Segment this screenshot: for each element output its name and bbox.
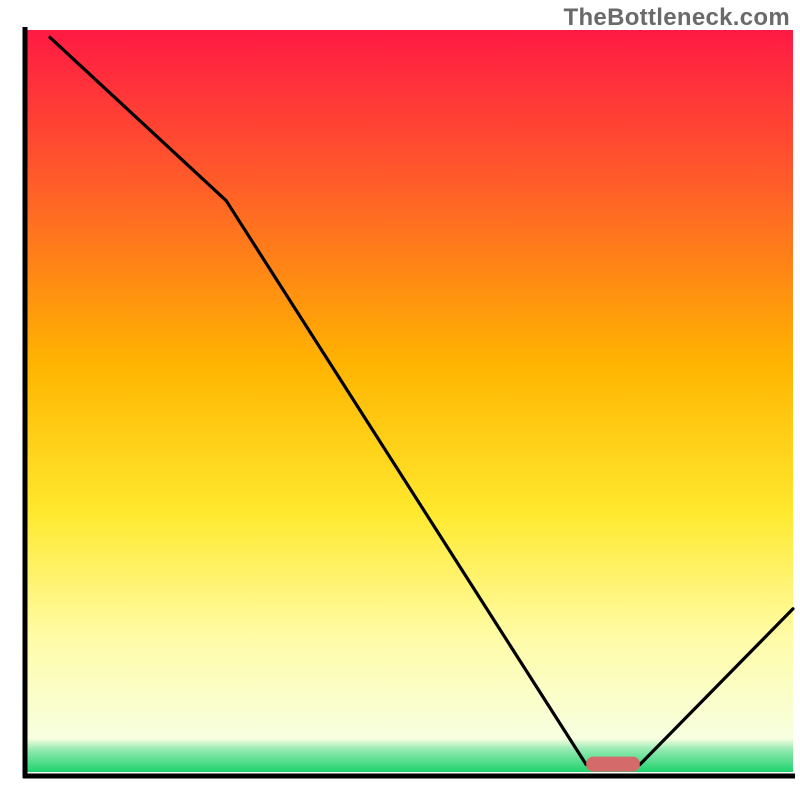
bottleneck-chart [0, 0, 800, 800]
gradient-background [27, 30, 793, 772]
optimal-marker [586, 757, 640, 772]
plot-area [23, 27, 795, 778]
chart-container: TheBottleneck.com [0, 0, 800, 800]
